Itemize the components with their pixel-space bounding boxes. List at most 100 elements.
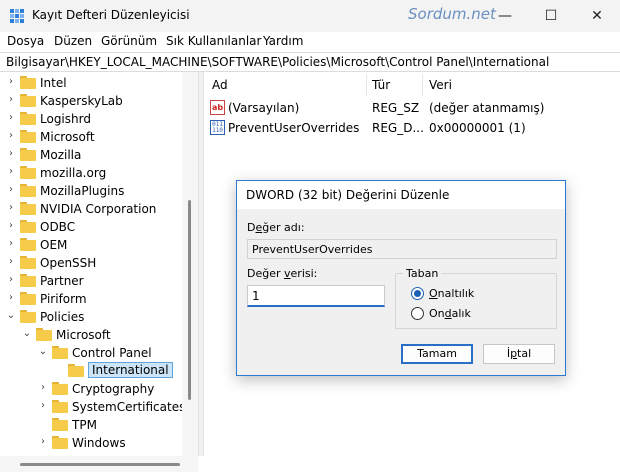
tree-item[interactable]: › SystemCertificates [0,398,182,416]
tree-item-label: Control Panel [72,346,152,360]
tree-item-label: KasperskyLab [40,94,123,108]
folder-icon [20,202,36,215]
cancel-button[interactable]: İptal [483,344,555,364]
folder-icon [20,130,36,143]
chevron-right-icon[interactable]: › [6,184,16,196]
tree-item[interactable]: › Windows [0,434,182,452]
chevron-right-icon[interactable]: › [6,238,16,250]
chevron-right-icon[interactable]: › [6,220,16,232]
tree-item[interactable]: ⌄ Control Panel [0,344,182,362]
tree-item-label: SystemCertificates [72,400,182,414]
tree-hscroll-thumb[interactable] [20,463,180,466]
tree-item[interactable]: › MozillaPlugins [0,182,182,200]
chevron-right-icon[interactable]: › [6,94,16,106]
tree-item[interactable]: ⌄ Microsoft [0,326,182,344]
title-bar: Kayıt Defteri Düzenleyicisi Sordum.net —… [0,0,620,32]
chevron-right-icon[interactable]: › [6,274,16,286]
column-header-name[interactable]: Ad [212,78,228,92]
tree-item-label: Mozilla [40,148,82,162]
column-header-data[interactable]: Veri [429,78,452,92]
chevron-right-icon[interactable]: › [6,130,16,142]
folder-icon [52,436,68,449]
column-header-type[interactable]: Tür [372,78,390,92]
dialog-title-bar[interactable]: DWORD (32 bit) Değerini Düzenle [237,181,565,209]
tree-item-label: Logishrd [40,112,91,126]
menu-help[interactable]: Yardım [263,34,303,48]
table-row[interactable]: 011 110 PreventUserOverrides REG_D... 0x0… [204,119,620,137]
chevron-right-icon[interactable]: › [6,202,16,214]
value-type: REG_SZ [372,101,420,115]
value-data: 0x00000001 (1) [429,121,526,135]
maximize-button[interactable]: ☐ [528,0,574,32]
table-row[interactable]: ab (Varsayılan) REG_SZ (değer atanmamış) [204,99,620,117]
edit-dword-dialog: DWORD (32 bit) Değerini Düzenle Değer ad… [236,180,566,376]
value-name: (Varsayılan) [228,101,300,115]
tree-horizontal-scrollbar[interactable] [0,456,198,472]
chevron-right-icon[interactable]: › [6,148,16,160]
base-group [395,273,557,329]
tree-scroll-thumb[interactable] [188,200,191,400]
tree-item[interactable]: › Mozilla [0,146,182,164]
tree-item[interactable]: › Intel [0,74,182,92]
chevron-right-icon[interactable]: › [6,76,16,88]
tree-item[interactable]: International [0,362,182,380]
folder-icon [68,364,84,377]
tree-item-label: ODBC [40,220,76,234]
regedit-app-icon [10,9,24,23]
address-bar[interactable]: Bilgisayar\HKEY_LOCAL_MACHINE\SOFTWARE\P… [0,52,620,72]
chevron-right-icon[interactable]: › [38,382,48,394]
chevron-right-icon[interactable]: › [38,436,48,448]
tree-item-label: Microsoft [40,130,95,144]
tree-item[interactable]: › NVIDIA Corporation [0,200,182,218]
chevron-down-icon[interactable]: ⌄ [22,328,32,340]
column-separator[interactable] [366,74,367,96]
folder-icon [20,148,36,161]
hexadecimal-radio[interactable] [411,287,424,300]
close-button[interactable]: ✕ [574,0,620,32]
tree-item[interactable]: › OEM [0,236,182,254]
tree-item-label: Partner [40,274,84,288]
menu-view[interactable]: Görünüm [101,34,157,48]
chevron-right-icon[interactable]: › [6,292,16,304]
chevron-down-icon[interactable]: ⌄ [38,346,48,358]
value-name-field[interactable]: PreventUserOverrides [247,239,557,259]
tree-item[interactable]: › Piriform [0,290,182,308]
value-data-label: Değer verisi: [247,267,318,280]
folder-icon [20,256,36,269]
column-separator[interactable] [422,74,423,96]
tree-item[interactable]: › ODBC [0,218,182,236]
chevron-right-icon[interactable]: › [6,256,16,268]
tree-item-label: Windows [72,436,126,450]
tree-item[interactable]: TPM [0,416,182,434]
menu-file[interactable]: Dosya [7,34,44,48]
tree-item-label: Policies [40,310,85,324]
tree-item[interactable]: › Microsoft [0,128,182,146]
tree-item[interactable]: › OpenSSH [0,254,182,272]
menu-favorites[interactable]: Sık Kullanılanlar [166,34,261,48]
dialog-title: DWORD (32 bit) Değerini Düzenle [246,188,450,202]
tree-item[interactable]: › mozilla.org [0,164,182,182]
hexadecimal-label[interactable]: Onaltılık [429,287,474,300]
tree-item[interactable]: › KasperskyLab [0,92,182,110]
chevron-right-icon[interactable]: › [38,400,48,412]
minimize-button[interactable]: — [482,0,528,32]
value-data-input[interactable]: 1 [247,285,385,307]
chevron-down-icon[interactable]: ⌄ [6,310,16,322]
chevron-right-icon[interactable]: › [6,112,16,124]
ok-button[interactable]: Tamam [401,344,473,364]
tree-item-label: NVIDIA Corporation [40,202,157,216]
menu-edit[interactable]: Düzen [54,34,92,48]
value-type: REG_D... [372,121,424,135]
tree-vertical-scrollbar[interactable] [182,72,198,456]
decimal-label[interactable]: Ondalık [429,307,471,320]
tree-item-label: Intel [40,76,67,90]
tree-item[interactable]: ⌄ Policies [0,308,182,326]
tree-item[interactable]: › Cryptography [0,380,182,398]
folder-icon [20,238,36,251]
folder-icon [52,346,68,359]
decimal-radio[interactable] [411,307,424,320]
chevron-right-icon[interactable]: › [6,166,16,178]
string-value-icon: ab [210,100,225,115]
tree-item[interactable]: › Logishrd [0,110,182,128]
tree-item[interactable]: › Partner [0,272,182,290]
